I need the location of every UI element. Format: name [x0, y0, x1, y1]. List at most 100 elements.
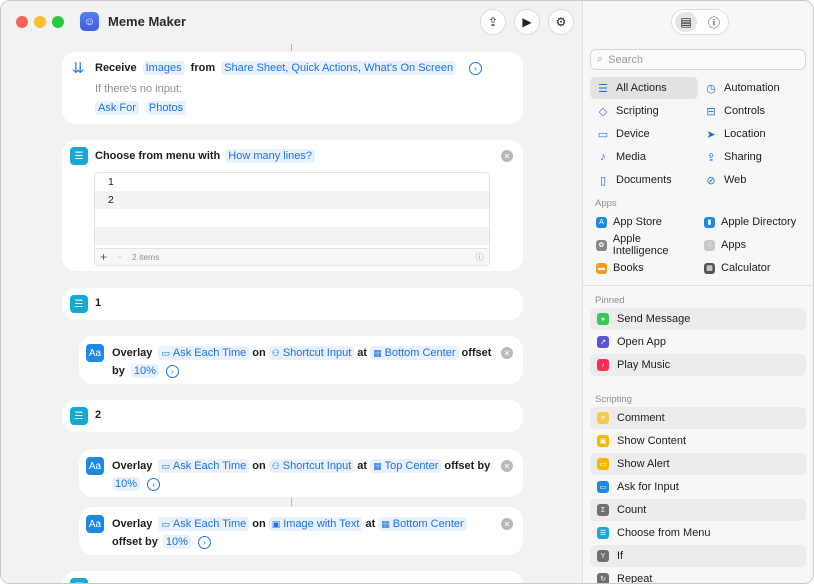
run-button[interactable]: ▶ [514, 9, 540, 35]
shortcut-app-icon[interactable]: ☺ [80, 12, 99, 31]
app-calculator[interactable]: ▦ Calculator [698, 257, 806, 279]
app-apple-intelligence[interactable]: ✿ Apple Intelligence [590, 233, 698, 257]
library-icon[interactable]: ▤ [675, 12, 697, 32]
window-title[interactable]: Meme Maker [108, 14, 186, 29]
speech-bubble-icon: ▭ [161, 347, 170, 358]
action-label: Count [617, 504, 647, 516]
add-item-button[interactable]: + [95, 250, 112, 264]
no-input-label: If there's no input: [95, 83, 183, 95]
scripting-action-repeat[interactable]: ↻ Repeat [590, 568, 806, 583]
search-field[interactable]: ⌕ [590, 49, 806, 70]
scripting-action-if[interactable]: Y If [590, 545, 806, 567]
next-action-card[interactable]: ☰ [62, 571, 523, 583]
pinned-action-open-app[interactable]: ↗ Open App [590, 331, 806, 353]
receive-icon: ⇊ [71, 60, 85, 77]
menu-case-1[interactable]: ☰ 1 [62, 288, 523, 320]
share-button[interactable]: ⇪ [480, 9, 506, 35]
remove-item-button[interactable]: − [112, 252, 127, 262]
alert-icon: ▭ [597, 458, 609, 470]
action-label: Open App [617, 336, 666, 348]
settings-button[interactable]: ⚙ [548, 9, 574, 35]
scripting-action-choose-from-menu[interactable]: ☰ Choose from Menu [590, 522, 806, 544]
scripting-action-ask-for-input[interactable]: ▭ Ask for Input [590, 476, 806, 498]
position-token[interactable]: ▦ Bottom Center [378, 517, 467, 531]
overlay-text-action[interactable]: Aa Overlay ▭ Ask Each Time on ▣ Image with… [79, 507, 523, 555]
target-token[interactable]: ⚇ Shortcut Input [268, 346, 355, 360]
category-label: Automation [724, 82, 780, 94]
pinned-action-play-music[interactable]: ♪ Play Music [590, 354, 806, 376]
info-icon[interactable]: ⓘ [470, 251, 489, 263]
offset-token[interactable]: 10% [162, 535, 191, 549]
offset-token[interactable]: 10% [130, 364, 159, 378]
position-token[interactable]: ▦ Bottom Center [370, 346, 459, 360]
input-icon: ▭ [597, 481, 609, 493]
zoom-window-button[interactable] [52, 16, 64, 28]
remove-action-icon[interactable]: ✕ [501, 518, 513, 530]
scripting-action-show-alert[interactable]: ▭ Show Alert [590, 453, 806, 475]
text-token-label: Ask Each Time [172, 347, 247, 359]
text-token[interactable]: ▭ Ask Each Time [158, 346, 250, 360]
text-token[interactable]: ▭ Ask Each Time [158, 459, 250, 473]
offset-token[interactable]: 10% [112, 477, 141, 491]
scripting-action-show-content[interactable]: ▣ Show Content [590, 430, 806, 452]
overlay-text-action[interactable]: Aa Overlay ▭ Ask Each Time on ⚇ Shortcut I… [79, 449, 523, 497]
action-label: Ask for Input [617, 481, 679, 493]
category-label: Scripting [616, 105, 659, 117]
expand-chevron-icon[interactable]: › [469, 61, 483, 75]
app-apps[interactable]: ⁙ Apps [698, 234, 806, 256]
receive-action-card[interactable]: ⇊ Receive Images from Share Sheet, Quick… [62, 52, 523, 124]
app-apple-directory[interactable]: ▮ Apple Directory [698, 211, 813, 233]
category-label: All Actions [616, 82, 667, 94]
category-sharing[interactable]: ⇪ Sharing [698, 146, 806, 168]
category-label: Sharing [724, 151, 762, 163]
pinned-action-send-message[interactable]: ● Send Message [590, 308, 806, 330]
receive-verb: Receive [95, 62, 137, 74]
search-icon: ⌕ [597, 53, 604, 65]
on-label: on [252, 460, 266, 472]
target-token[interactable]: ▣ Image with Text [268, 517, 363, 531]
action-label: Play Music [617, 359, 671, 371]
category-device[interactable]: ▭ Device [590, 123, 698, 145]
case-label: 1 [95, 297, 102, 309]
info-icon[interactable]: ⓘ [703, 12, 725, 32]
open-app-icon: ↗ [597, 336, 609, 348]
overlay-text-action[interactable]: Aa Overlay ▭ Ask Each Time on ⚇ Shortcut I… [79, 336, 523, 384]
menu-case-2[interactable]: ☰ 2 [62, 400, 523, 432]
action-label: Send Message [617, 313, 691, 325]
category-web[interactable]: ⊘ Web [698, 169, 806, 191]
no-input-value-token[interactable]: Photos [145, 101, 187, 115]
app-label: Books [613, 262, 644, 274]
category-scripting[interactable]: ◇ Scripting [590, 100, 698, 122]
expand-chevron-icon[interactable]: › [147, 477, 161, 491]
position-token[interactable]: ▦ Top Center [370, 459, 442, 473]
close-window-button[interactable] [16, 16, 28, 28]
category-all-actions[interactable]: ☰ All Actions [590, 77, 698, 99]
no-input-action-token[interactable]: Ask For [95, 101, 139, 115]
menu-item-row[interactable]: 1 [95, 173, 489, 191]
overlay-text-icon: Aa [86, 344, 104, 362]
input-type-token[interactable]: Images [142, 61, 185, 75]
expand-chevron-icon[interactable]: › [197, 535, 211, 549]
app-books[interactable]: ▬ Books [590, 257, 698, 279]
category-controls[interactable]: ⊟ Controls [698, 100, 806, 122]
scripting-action-count[interactable]: Σ Count [590, 499, 806, 521]
menu-icon: ☰ [70, 147, 88, 165]
category-documents[interactable]: ▯ Documents [590, 169, 698, 191]
search-input[interactable] [608, 53, 789, 66]
sources-token[interactable]: Share Sheet, Quick Actions, What's On Sc… [221, 61, 457, 75]
remove-action-icon[interactable]: ✕ [501, 460, 513, 472]
scripting-action-comment[interactable]: ≡ Comment [590, 407, 806, 429]
category-location[interactable]: ➤ Location [698, 123, 806, 145]
category-automation[interactable]: ◷ Automation [698, 77, 806, 99]
app-app-store[interactable]: A App Store [590, 211, 698, 233]
location-icon: ➤ [706, 128, 716, 141]
text-token[interactable]: ▭ Ask Each Time [158, 517, 250, 531]
expand-chevron-icon[interactable]: › [165, 364, 179, 378]
minimize-window-button[interactable] [34, 16, 46, 28]
remove-action-icon[interactable]: ✕ [501, 150, 513, 162]
category-media[interactable]: ♪ Media [590, 146, 698, 168]
menu-item-row[interactable]: 2 [95, 191, 489, 209]
menu-prompt-token[interactable]: How many lines? [225, 149, 316, 163]
remove-action-icon[interactable]: ✕ [501, 347, 513, 359]
target-token[interactable]: ⚇ Shortcut Input [268, 459, 355, 473]
